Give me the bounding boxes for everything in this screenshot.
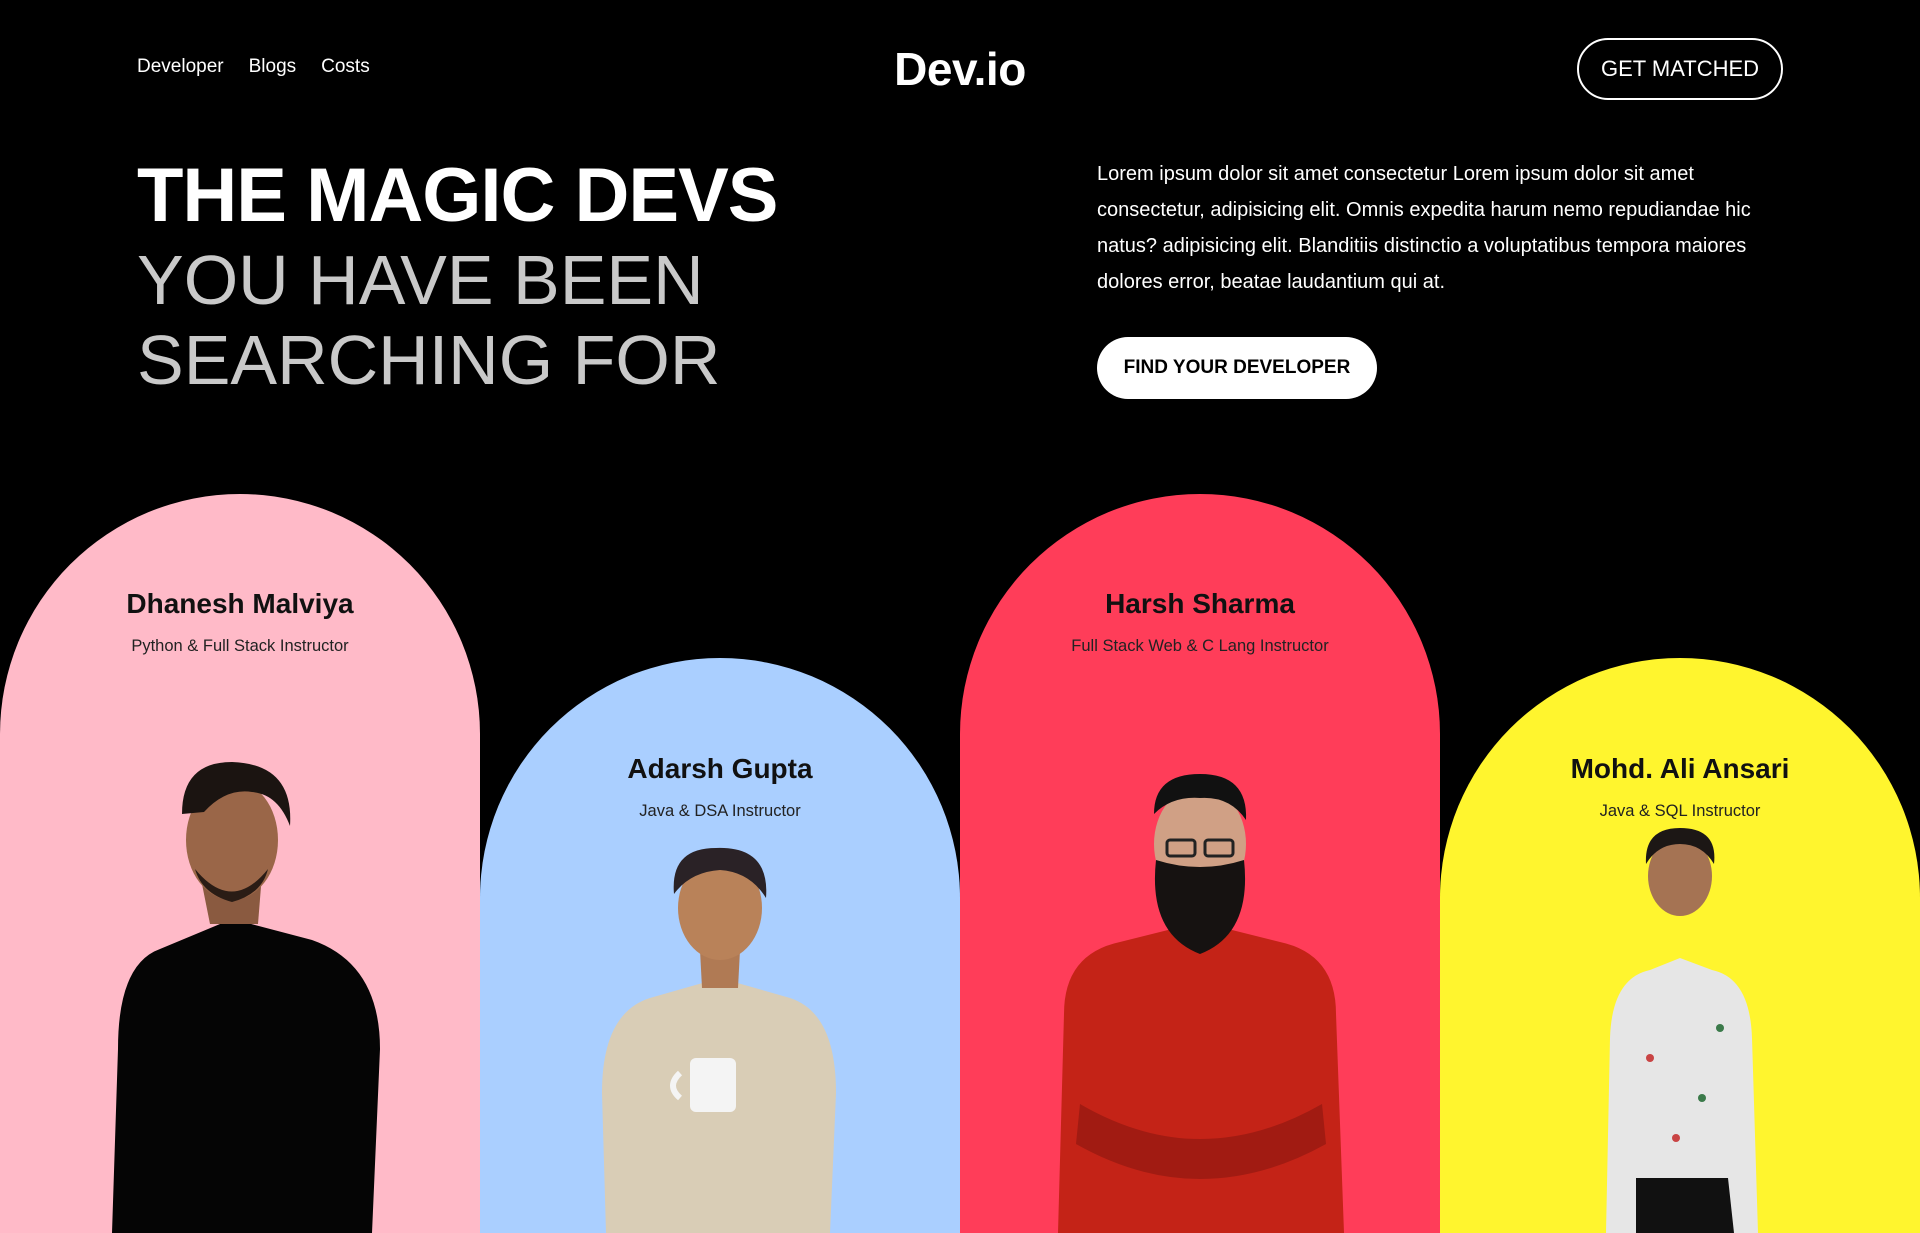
hero-title-line-2: YOU HAVE BEEN: [137, 241, 704, 319]
hero-title-line-3: SEARCHING FOR: [137, 321, 721, 399]
find-developer-button[interactable]: FIND YOUR DEVELOPER: [1097, 337, 1377, 399]
developer-card-harsh[interactable]: Harsh Sharma Full Stack Web & C Lang Ins…: [960, 494, 1440, 1233]
hero-title-line-1: THE MAGIC DEVS: [137, 153, 778, 238]
get-matched-button[interactable]: GET MATCHED: [1577, 38, 1783, 100]
developer-photo: [602, 847, 836, 1233]
developer-card-dhanesh[interactable]: Dhanesh Malviya Python & Full Stack Inst…: [0, 494, 480, 1233]
developer-photo: [1606, 828, 1758, 1233]
developer-card-mohd-ali[interactable]: Mohd. Ali Ansari Java & SQL Instructor: [1440, 658, 1920, 1233]
developer-card-adarsh[interactable]: Adarsh Gupta Java & DSA Instructor: [480, 658, 960, 1233]
developer-photo: [1058, 774, 1344, 1233]
developer-photo: [112, 762, 380, 1233]
top-navigation: Developer Blogs Costs Dev.io GET MATCHED: [0, 38, 1920, 100]
hero-title: THE MAGIC DEVS YOU HAVE BEEN SEARCHING F…: [137, 152, 778, 400]
hero-description: Lorem ipsum dolor sit amet consectetur L…: [1097, 163, 1751, 293]
